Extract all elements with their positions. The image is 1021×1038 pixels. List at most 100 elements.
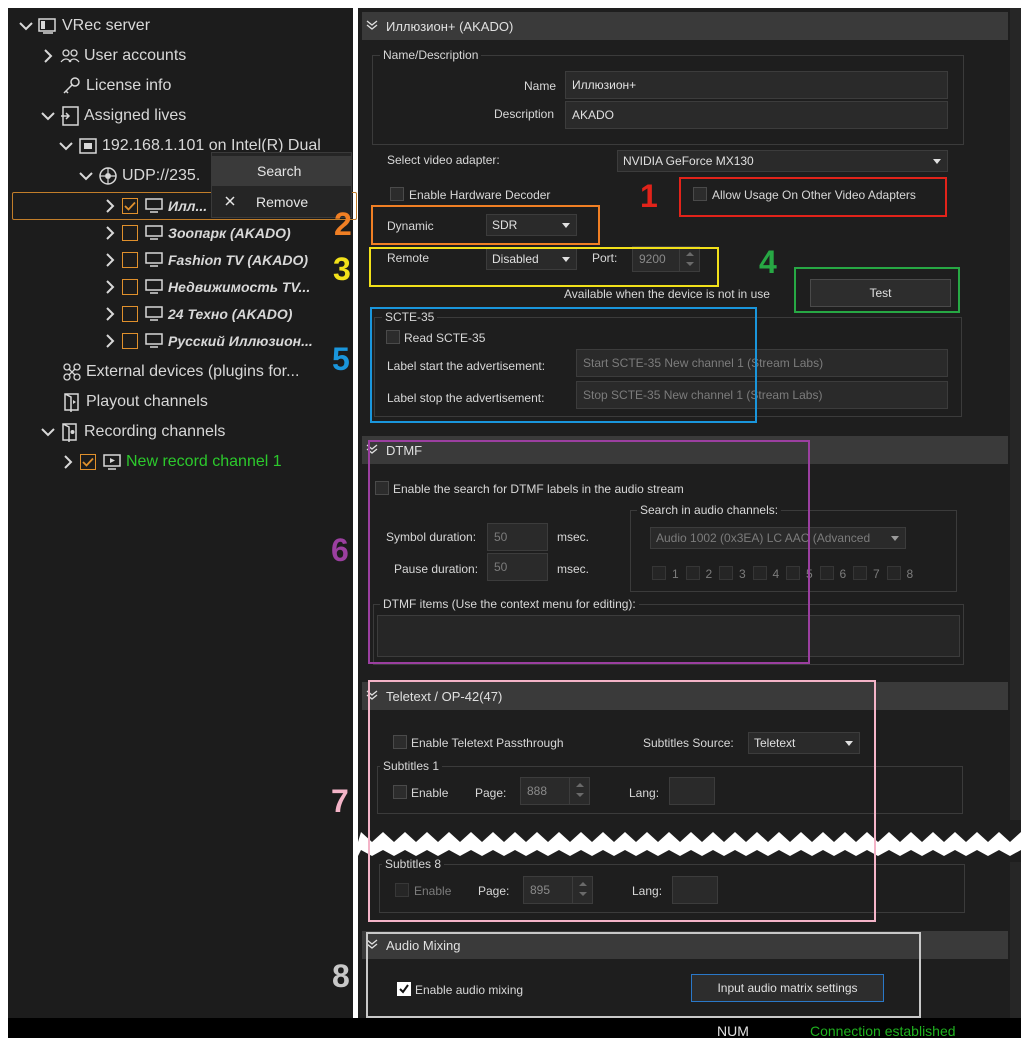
tree-item-label: Recording channels <box>84 423 226 440</box>
monitor-icon <box>144 223 164 243</box>
description-label: Description <box>494 107 555 121</box>
tree-item-channel[interactable]: Илл... <box>102 192 207 220</box>
checkbox-icon[interactable] <box>122 225 138 241</box>
tree-item-assigned-lives[interactable]: Assigned lives <box>40 102 186 130</box>
checkbox-icon[interactable] <box>122 279 138 295</box>
checkbox-icon[interactable] <box>122 333 138 349</box>
annotation-number-7: 7 <box>331 783 349 819</box>
checkbox-checked-icon[interactable] <box>122 198 138 214</box>
audio-channel-checkbox[interactable] <box>853 566 867 580</box>
select-value: NVIDIA GeForce MX130 <box>623 154 754 168</box>
chevron-right-icon[interactable] <box>40 48 56 64</box>
chevron-right-icon[interactable] <box>102 198 118 214</box>
audio-channel-number: 6 <box>839 567 847 581</box>
monitor-icon <box>144 277 164 297</box>
tree-item-playout-channels[interactable]: Playout channels <box>62 388 208 416</box>
audio-channel-checkbox[interactable] <box>886 566 901 580</box>
tree-item-label: License info <box>86 77 172 94</box>
tree-item-license-info[interactable]: License info <box>62 72 171 100</box>
monitor-icon <box>144 196 164 216</box>
tree-item-channel[interactable]: Зоопарк (AKADO) <box>102 219 291 247</box>
channel-label: 24 Техно (AKADO) <box>168 306 293 322</box>
section-header-channel[interactable]: Иллюзион+ (AKADO) <box>362 12 1008 40</box>
chevron-right-icon[interactable] <box>60 454 76 470</box>
name-input[interactable]: Иллюзион+ <box>565 71 948 99</box>
annotation-number-1: 1 <box>640 178 658 214</box>
available-note: Available when the device is not in use <box>564 287 770 301</box>
annotation-number-8: 8 <box>332 958 350 994</box>
chevron-down-icon[interactable] <box>78 168 94 184</box>
tree-item-label: VRec server <box>62 17 151 34</box>
audio-channel-number: 8 <box>906 567 914 581</box>
context-menu-search[interactable]: Search <box>212 156 351 186</box>
annotation-box-2 <box>371 205 600 245</box>
collapse-icon[interactable] <box>366 19 386 33</box>
tree-item-channel[interactable]: Русский Иллюзион... <box>102 327 313 355</box>
annotation-number-6: 6 <box>331 532 349 568</box>
chevron-right-icon[interactable] <box>102 252 118 268</box>
chevron-right-icon[interactable] <box>102 306 118 322</box>
checkbox-icon[interactable] <box>122 306 138 322</box>
chevron-right-icon[interactable] <box>102 333 118 349</box>
num-lock-indicator: NUM <box>717 1023 749 1038</box>
tree-item-external-devices[interactable]: External devices (plugins for... <box>62 358 299 386</box>
description-input[interactable]: AKADO <box>565 101 948 129</box>
tree-item-label: Playout channels <box>86 393 208 410</box>
monitor-icon <box>144 331 164 351</box>
scrollbar-track[interactable] <box>1010 8 1021 1018</box>
chevron-down-icon[interactable] <box>40 108 56 124</box>
tree-item-channel[interactable]: 24 Техно (AKADO) <box>102 300 292 328</box>
channel-label: Илл... <box>168 198 208 214</box>
close-icon <box>224 194 236 210</box>
context-menu-remove[interactable]: Remove <box>212 187 351 217</box>
monitor-icon <box>144 304 164 324</box>
status-bar: NUM Connection established <box>8 1018 1021 1038</box>
annotation-number-5: 5 <box>332 341 350 377</box>
group-label: Name/Description <box>380 48 482 62</box>
annotation-box-5 <box>370 307 757 423</box>
tree-item-new-record-channel[interactable]: New record channel 1 <box>60 448 282 476</box>
tree-item-user-accounts[interactable]: User accounts <box>40 42 186 70</box>
tree-item-channel[interactable]: Fashion TV (AKADO) <box>102 246 308 274</box>
hw-decoder-label: Enable Hardware Decoder <box>409 188 551 202</box>
tree-item-udp[interactable]: UDP://235. <box>78 162 200 190</box>
annotation-box-3 <box>369 247 719 287</box>
tree-item-recording-channels[interactable]: Recording channels <box>40 418 225 446</box>
chevron-down-icon[interactable] <box>40 424 56 440</box>
context-menu-label: Search <box>257 163 302 179</box>
checkbox-checked-icon[interactable] <box>80 454 96 470</box>
video-adapter-label: Select video adapter: <box>387 153 500 167</box>
chevron-right-icon[interactable] <box>102 225 118 241</box>
audio-channel-checkbox[interactable] <box>819 566 834 580</box>
tree-item-vrec-server[interactable]: VRec server <box>18 12 150 40</box>
monitor-icon <box>144 250 164 270</box>
chevron-right-icon[interactable] <box>102 279 118 295</box>
annotation-box-4 <box>794 267 960 313</box>
audio-channel-number: 7 <box>873 567 880 581</box>
hw-decoder-checkbox[interactable] <box>390 187 404 201</box>
tree-item-channel[interactable]: Недвижимость TV... <box>102 273 310 301</box>
channel-label: Зоопарк (AKADO) <box>168 225 291 241</box>
record-channel-icon <box>102 452 122 472</box>
server-icon <box>38 16 58 36</box>
chevron-down-icon[interactable] <box>18 18 34 34</box>
key-icon <box>62 76 82 96</box>
annotation-box-1 <box>679 177 947 217</box>
tree-item-label: Assigned lives <box>84 107 187 124</box>
users-icon <box>60 46 80 66</box>
assigned-lives-icon <box>60 106 80 126</box>
annotation-box-8 <box>366 932 921 1018</box>
dropdown-arrow-icon <box>891 536 899 541</box>
context-menu: Search Remove <box>211 152 352 218</box>
dropdown-arrow-icon <box>933 159 941 164</box>
checkbox-icon[interactable] <box>122 252 138 268</box>
connection-status: Connection established <box>810 1023 956 1038</box>
tree-item-label: New record channel 1 <box>126 453 282 470</box>
tree-item-label: UDP://235. <box>122 167 201 184</box>
annotation-box-7 <box>368 680 876 922</box>
name-label: Name <box>524 79 557 93</box>
name-description-group <box>372 55 964 145</box>
annotation-number-3: 3 <box>333 251 351 287</box>
chevron-down-icon[interactable] <box>58 138 74 154</box>
video-adapter-select[interactable]: NVIDIA GeForce MX130 <box>617 150 948 172</box>
